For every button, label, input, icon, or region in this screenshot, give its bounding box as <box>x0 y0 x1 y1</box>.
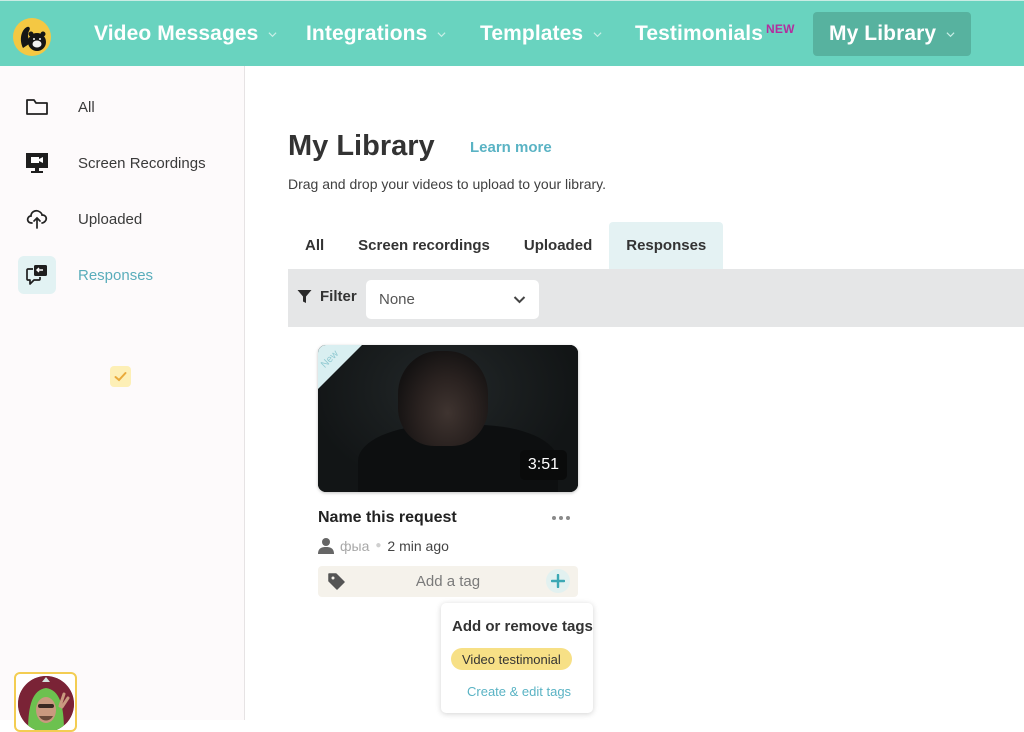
cloud-upload-icon <box>18 200 56 238</box>
sidebar-item-label: All <box>78 98 95 116</box>
filter-select-value: None <box>379 291 415 308</box>
sidebar: All Screen Recordings Uploaded Responses <box>0 66 245 732</box>
nav-testimonials-label: Testimonials <box>635 22 764 45</box>
nav-integrations[interactable]: Integrations <box>306 12 446 56</box>
filter-select[interactable]: None <box>366 280 539 319</box>
top-navigation-bar: Video Messages Integrations Templates Te… <box>0 0 1024 66</box>
video-time: 2 min ago <box>387 537 449 554</box>
user-icon <box>318 538 334 554</box>
folder-icon <box>18 88 56 126</box>
new-badge: NEW <box>766 22 795 36</box>
sidebar-item-label: Screen Recordings <box>78 154 206 172</box>
monitor-icon <box>18 144 56 182</box>
video-card: New 3:51 Name this request фыа ● 2 min a… <box>318 345 578 597</box>
tag-chip-video-testimonial[interactable]: Video testimonial <box>451 648 572 670</box>
create-edit-tags-link[interactable]: Create & edit tags <box>467 684 571 699</box>
tag-icon <box>328 573 345 590</box>
chevron-down-icon <box>946 31 955 37</box>
nav-integrations-label: Integrations <box>306 22 428 45</box>
video-title-row: Name this request <box>318 509 578 527</box>
video-thumbnail[interactable]: New 3:51 <box>318 345 578 492</box>
filter-icon <box>297 290 312 303</box>
page-title: My Library <box>288 130 435 162</box>
sidebar-item-uploaded[interactable]: Uploaded <box>18 200 238 238</box>
tab-responses[interactable]: Responses <box>609 222 724 269</box>
tag-popover: Add or remove tags Video testimonial Cre… <box>441 603 593 713</box>
add-tag-plus-icon[interactable] <box>546 569 570 593</box>
chevron-down-icon <box>513 296 526 304</box>
filter-label: Filter <box>297 288 357 305</box>
responses-icon <box>18 256 56 294</box>
user-avatar-button[interactable] <box>14 672 77 732</box>
chevron-down-icon <box>268 31 277 37</box>
nav-templates[interactable]: Templates <box>480 12 602 56</box>
video-title[interactable]: Name this request <box>318 509 457 527</box>
sidebar-item-label: Responses <box>78 266 154 284</box>
sidebar-item-responses[interactable]: Responses <box>18 256 238 294</box>
nav-my-library-label: My Library <box>829 22 937 45</box>
filter-label-text: Filter <box>320 288 357 305</box>
nav-templates-label: Templates <box>480 22 584 45</box>
add-tag-placeholder: Add a tag <box>415 573 481 590</box>
bear-logo-icon[interactable] <box>13 18 51 56</box>
main-content: My Library Learn more Drag and drop your… <box>246 66 1024 720</box>
video-duration: 3:51 <box>519 450 567 480</box>
sidebar-item-screen-recordings[interactable]: Screen Recordings <box>18 144 238 182</box>
nav-testimonials[interactable]: Testimonials NEW <box>635 12 795 56</box>
video-author: фыа <box>340 537 370 554</box>
page-subtitle: Drag and drop your videos to upload to y… <box>288 176 607 192</box>
nav-my-library[interactable]: My Library <box>813 12 972 56</box>
video-meta: фыа ● 2 min ago <box>318 537 578 554</box>
separator-dot: ● <box>375 540 382 551</box>
tab-all[interactable]: All <box>288 222 341 269</box>
chevron-down-icon <box>593 31 602 37</box>
sidebar-item-all[interactable]: All <box>18 88 238 126</box>
tab-screen-recordings[interactable]: Screen recordings <box>341 222 507 269</box>
checkmark-icon[interactable] <box>110 366 131 387</box>
tab-uploaded[interactable]: Uploaded <box>507 222 609 269</box>
add-tag-bar[interactable]: Add a tag <box>318 566 578 597</box>
learn-more-link[interactable]: Learn more <box>470 139 552 156</box>
nav-video-messages-label: Video Messages <box>94 22 259 45</box>
more-options-icon[interactable] <box>552 514 570 522</box>
user-avatar <box>18 676 74 730</box>
sidebar-item-label: Uploaded <box>78 210 143 228</box>
tag-popover-title: Add or remove tags <box>452 618 593 635</box>
chevron-down-icon <box>437 31 446 37</box>
library-tabs: All Screen recordings Uploaded Responses <box>288 222 724 269</box>
nav-video-messages[interactable]: Video Messages <box>94 12 277 56</box>
filter-bar: Filter None <box>288 269 1024 327</box>
